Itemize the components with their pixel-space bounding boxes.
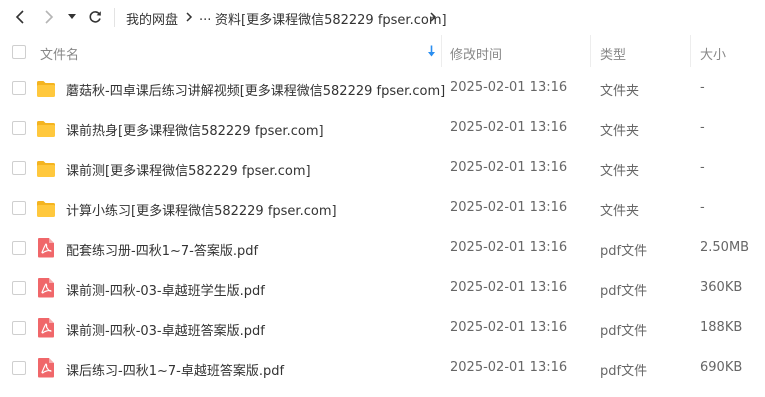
- row-checkbox[interactable]: [12, 241, 26, 255]
- table-row[interactable]: 计算小练习[更多课程微信582229 fpser.com] 2025-02-01…: [0, 188, 765, 228]
- file-name: 配套练习册-四秋1~7-答案版.pdf: [66, 244, 259, 259]
- table-row[interactable]: 课前测[更多课程微信582229 fpser.com] 2025-02-01 1…: [0, 148, 765, 188]
- file-size: -: [700, 80, 705, 95]
- file-size: -: [700, 200, 705, 215]
- header-size[interactable]: 大小: [700, 44, 726, 63]
- file-name: 课前热身[更多课程微信582229 fpser.com]: [66, 124, 324, 139]
- chevron-right-icon: [45, 10, 54, 24]
- file-type: 文件夹: [600, 124, 640, 139]
- file-name: 课前测-四秋-03-卓越班答案版.pdf: [66, 324, 265, 339]
- chevron-left-icon: [15, 10, 24, 24]
- column-divider[interactable]: [441, 35, 442, 67]
- breadcrumb-separator-icon: [186, 12, 193, 22]
- file-size: 360KB: [700, 280, 743, 295]
- pdf-file-icon: [37, 237, 55, 262]
- row-checkbox[interactable]: [12, 321, 26, 335]
- file-size: -: [700, 120, 705, 135]
- file-type: pdf文件: [600, 284, 648, 299]
- folder-icon: [36, 79, 56, 102]
- header-modified[interactable]: 修改时间: [450, 44, 502, 63]
- forward-button[interactable]: [38, 6, 60, 28]
- breadcrumb-separator-icon: [430, 12, 437, 22]
- file-modified: 2025-02-01 13:16: [450, 240, 568, 255]
- navigation-bar: 我的网盘 ... 资料[更多课程微信582229 fpser.com]: [0, 0, 765, 35]
- file-modified: 2025-02-01 13:16: [450, 80, 568, 95]
- folder-icon: [36, 119, 56, 142]
- file-type: pdf文件: [600, 364, 648, 379]
- header-name[interactable]: 文件名: [40, 44, 79, 63]
- table-row[interactable]: 课前热身[更多课程微信582229 fpser.com] 2025-02-01 …: [0, 108, 765, 148]
- refresh-icon: [89, 11, 101, 23]
- row-checkbox[interactable]: [12, 201, 26, 215]
- row-checkbox[interactable]: [12, 161, 26, 175]
- nav-divider: [114, 8, 115, 27]
- file-size: 188KB: [700, 320, 743, 335]
- column-divider[interactable]: [690, 35, 691, 67]
- file-name: 课前测[更多课程微信582229 fpser.com]: [66, 164, 311, 179]
- file-size: 690KB: [700, 360, 743, 375]
- file-type: pdf文件: [600, 324, 648, 339]
- file-modified: 2025-02-01 13:16: [450, 360, 568, 375]
- caret-down-icon: [68, 14, 76, 19]
- file-modified: 2025-02-01 13:16: [450, 120, 568, 135]
- table-row[interactable]: 蘑菇秋-四卓课后练习讲解视频[更多课程微信582229 fpser.com] 2…: [0, 68, 765, 108]
- file-size: -: [700, 160, 705, 175]
- table-row[interactable]: 课前测-四秋-03-卓越班答案版.pdf 2025-02-01 13:16 pd…: [0, 308, 765, 348]
- file-modified: 2025-02-01 13:16: [450, 320, 568, 335]
- pdf-file-icon: [37, 277, 55, 302]
- table-header: [0, 35, 765, 67]
- pdf-file-icon: [37, 357, 55, 382]
- file-type: pdf文件: [600, 244, 648, 259]
- file-modified: 2025-02-01 13:16: [450, 160, 568, 175]
- file-size: 2.50MB: [700, 240, 750, 255]
- pdf-file-icon: [37, 317, 55, 342]
- table-row[interactable]: 课后练习-四秋1~7-卓越班答案版.pdf 2025-02-01 13:16 p…: [0, 348, 765, 388]
- select-all-checkbox[interactable]: [12, 45, 26, 59]
- row-checkbox[interactable]: [12, 361, 26, 375]
- header-type[interactable]: 类型: [600, 44, 626, 63]
- breadcrumb-current[interactable]: 资料[更多课程微信582229 fpser.com]: [215, 9, 447, 28]
- breadcrumb-ellipsis[interactable]: ...: [199, 9, 211, 24]
- history-dropdown-button[interactable]: [63, 6, 81, 28]
- back-button[interactable]: [9, 6, 31, 28]
- file-name: 课前测-四秋-03-卓越班学生版.pdf: [66, 284, 265, 299]
- file-name: 计算小练习[更多课程微信582229 fpser.com]: [66, 204, 337, 219]
- file-type: 文件夹: [600, 204, 640, 219]
- file-modified: 2025-02-01 13:16: [450, 280, 568, 295]
- row-checkbox[interactable]: [12, 81, 26, 95]
- file-type: 文件夹: [600, 84, 640, 99]
- refresh-button[interactable]: [84, 6, 106, 28]
- table-row[interactable]: 配套练习册-四秋1~7-答案版.pdf 2025-02-01 13:16 pdf…: [0, 228, 765, 268]
- folder-icon: [36, 199, 56, 222]
- row-checkbox[interactable]: [12, 281, 26, 295]
- file-type: 文件夹: [600, 164, 640, 179]
- sort-down-arrow-icon[interactable]: [427, 45, 436, 57]
- table-row[interactable]: 课前测-四秋-03-卓越班学生版.pdf 2025-02-01 13:16 pd…: [0, 268, 765, 308]
- file-modified: 2025-02-01 13:16: [450, 200, 568, 215]
- folder-icon: [36, 159, 56, 182]
- file-name: 课后练习-四秋1~7-卓越班答案版.pdf: [66, 364, 285, 379]
- column-divider[interactable]: [590, 35, 591, 67]
- breadcrumb-root[interactable]: 我的网盘: [126, 9, 178, 28]
- row-checkbox[interactable]: [12, 121, 26, 135]
- file-name: 蘑菇秋-四卓课后练习讲解视频[更多课程微信582229 fpser.com]: [66, 84, 446, 99]
